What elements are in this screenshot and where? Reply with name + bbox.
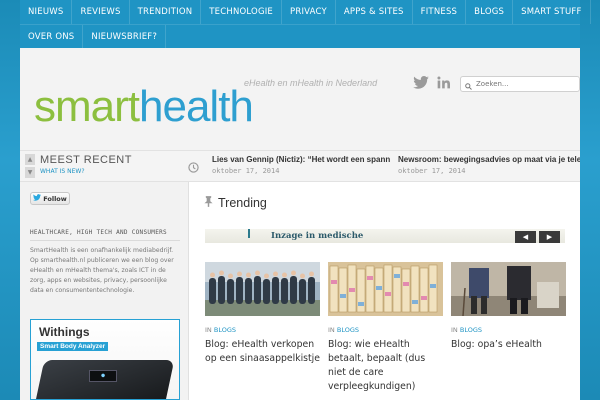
recent-next-button[interactable]: ▼ <box>25 167 35 178</box>
recent-item-headline[interactable]: Lies van Gennip (Nictiz): “Het wordt een… <box>212 155 390 164</box>
post-thumbnail[interactable] <box>328 262 443 316</box>
sidebar-divider <box>30 240 180 241</box>
nav-row-1: NIEUWS REVIEWS TRENDITION TECHNOLOGIE PR… <box>20 0 591 24</box>
withings-ad[interactable]: ● Withings Smart Body Analyzer <box>30 319 180 400</box>
recent-item-headline[interactable]: Newsroom: bewegingsadvies op maat via je… <box>398 155 580 164</box>
logo-health: health <box>139 82 254 131</box>
ad-product: Smart Body Analyzer <box>37 342 109 351</box>
post-category: IN BLOGS <box>205 326 320 334</box>
post-category-link[interactable]: BLOGS <box>337 326 359 334</box>
nav-item-over-ons[interactable]: OVER ONS <box>20 24 84 49</box>
nav-row-2: OVER ONS NIEUWSBRIEF? <box>20 24 580 49</box>
recent-item[interactable]: Lies van Gennip (Nictiz): “Het wordt een… <box>212 155 390 175</box>
post-category-prefix: IN <box>205 326 212 334</box>
site-header: smarthealth eHealth en mHealth in Nederl… <box>20 48 580 150</box>
post-card[interactable]: IN BLOGS Blog: eHealth verkopen op een s… <box>205 262 320 366</box>
post-thumbnail[interactable] <box>205 262 320 316</box>
sidebar: Follow HEALTHCARE, HIGH TECH AND CONSUME… <box>20 182 189 400</box>
twitter-bird-icon <box>33 194 42 203</box>
featured-slider[interactable]: Inzage in medische ◀ ▶ <box>205 229 565 243</box>
logo-smart: smart <box>34 82 140 131</box>
sidebar-heading: HEALTHCARE, HIGH TECH AND CONSUMERS <box>30 229 167 236</box>
site-tagline: eHealth en mHealth in Nederland <box>244 78 378 88</box>
pin-icon <box>204 196 213 210</box>
main-content: Trending Inzage in medische ◀ ▶ IN BLOGS… <box>189 182 580 400</box>
post-category-prefix: IN <box>328 326 335 334</box>
post-category-link[interactable]: BLOGS <box>214 326 236 334</box>
section-title-text: Trending <box>218 196 267 210</box>
slider-prev-button[interactable]: ◀ <box>515 231 536 243</box>
recent-subtitle[interactable]: WHAT IS NEW? <box>40 168 85 175</box>
nav-item-smart-stuff[interactable]: SMART STUFF <box>513 0 591 24</box>
recent-prev-button[interactable]: ▲ <box>25 154 35 165</box>
search-box <box>460 76 580 92</box>
recent-item[interactable]: Newsroom: bewegingsadvies op maat via je… <box>398 155 580 175</box>
follow-label: Follow <box>43 194 67 203</box>
search-icon[interactable] <box>465 75 472 94</box>
post-card[interactable]: IN BLOGS Blog: wie eHealth betaalt, bepa… <box>328 262 443 394</box>
post-card[interactable]: IN BLOGS Blog: opa’s eHealth <box>451 262 566 352</box>
slider-next-button[interactable]: ▶ <box>539 231 560 243</box>
social-links <box>413 76 450 89</box>
post-category-prefix: IN <box>451 326 458 334</box>
site-logo[interactable]: smarthealth <box>34 82 254 132</box>
nav-item-nieuwsbrief[interactable]: NIEUWSBRIEF? <box>83 24 167 49</box>
post-title[interactable]: Blog: opa’s eHealth <box>451 338 566 352</box>
post-category: IN BLOGS <box>328 326 443 334</box>
twitter-follow-button[interactable]: Follow <box>30 192 70 205</box>
scale-display: ● <box>89 370 117 382</box>
linkedin-icon[interactable] <box>437 76 450 89</box>
nav-item-apps-sites[interactable]: APPS & SITES <box>336 0 413 24</box>
slider-headline[interactable]: Inzage in medische <box>271 231 363 241</box>
recent-item-date: oktober 17, 2014 <box>212 167 280 175</box>
twitter-icon[interactable] <box>413 76 429 89</box>
nav-item-technologie[interactable]: TECHNOLOGIE <box>201 0 283 24</box>
recent-bar: ▲ ▼ MEEST RECENT WHAT IS NEW? Lies van G… <box>20 150 580 182</box>
nav-item-fitness[interactable]: FITNESS <box>413 0 467 24</box>
recent-item-date: oktober 17, 2014 <box>398 167 466 175</box>
post-thumbnail[interactable] <box>451 262 566 316</box>
sidebar-about-text: SmartHealth is een onafhankelijk mediabe… <box>30 247 174 294</box>
clock-icon <box>188 158 199 177</box>
nav-item-privacy[interactable]: PRIVACY <box>282 0 336 24</box>
post-category: IN BLOGS <box>451 326 566 334</box>
recent-title: MEEST RECENT <box>40 154 132 166</box>
nav-item-trendition[interactable]: TRENDITION <box>130 0 202 24</box>
post-title[interactable]: Blog: eHealth verkopen op een sinaasappe… <box>205 338 320 366</box>
slider-accent <box>248 229 250 238</box>
nav-item-blogs[interactable]: BLOGS <box>466 0 514 24</box>
top-navigation: NIEUWS REVIEWS TRENDITION TECHNOLOGIE PR… <box>20 0 591 49</box>
recent-arrows: ▲ ▼ <box>25 154 35 180</box>
post-category-link[interactable]: BLOGS <box>460 326 482 334</box>
search-input[interactable] <box>476 80 571 88</box>
post-title[interactable]: Blog: wie eHealth betaalt, bepaalt (dus … <box>328 338 443 394</box>
ad-brand: Withings <box>39 325 90 339</box>
section-title: Trending <box>204 196 267 210</box>
nav-item-reviews[interactable]: REVIEWS <box>72 0 130 24</box>
nav-item-nieuws[interactable]: NIEUWS <box>20 0 73 24</box>
